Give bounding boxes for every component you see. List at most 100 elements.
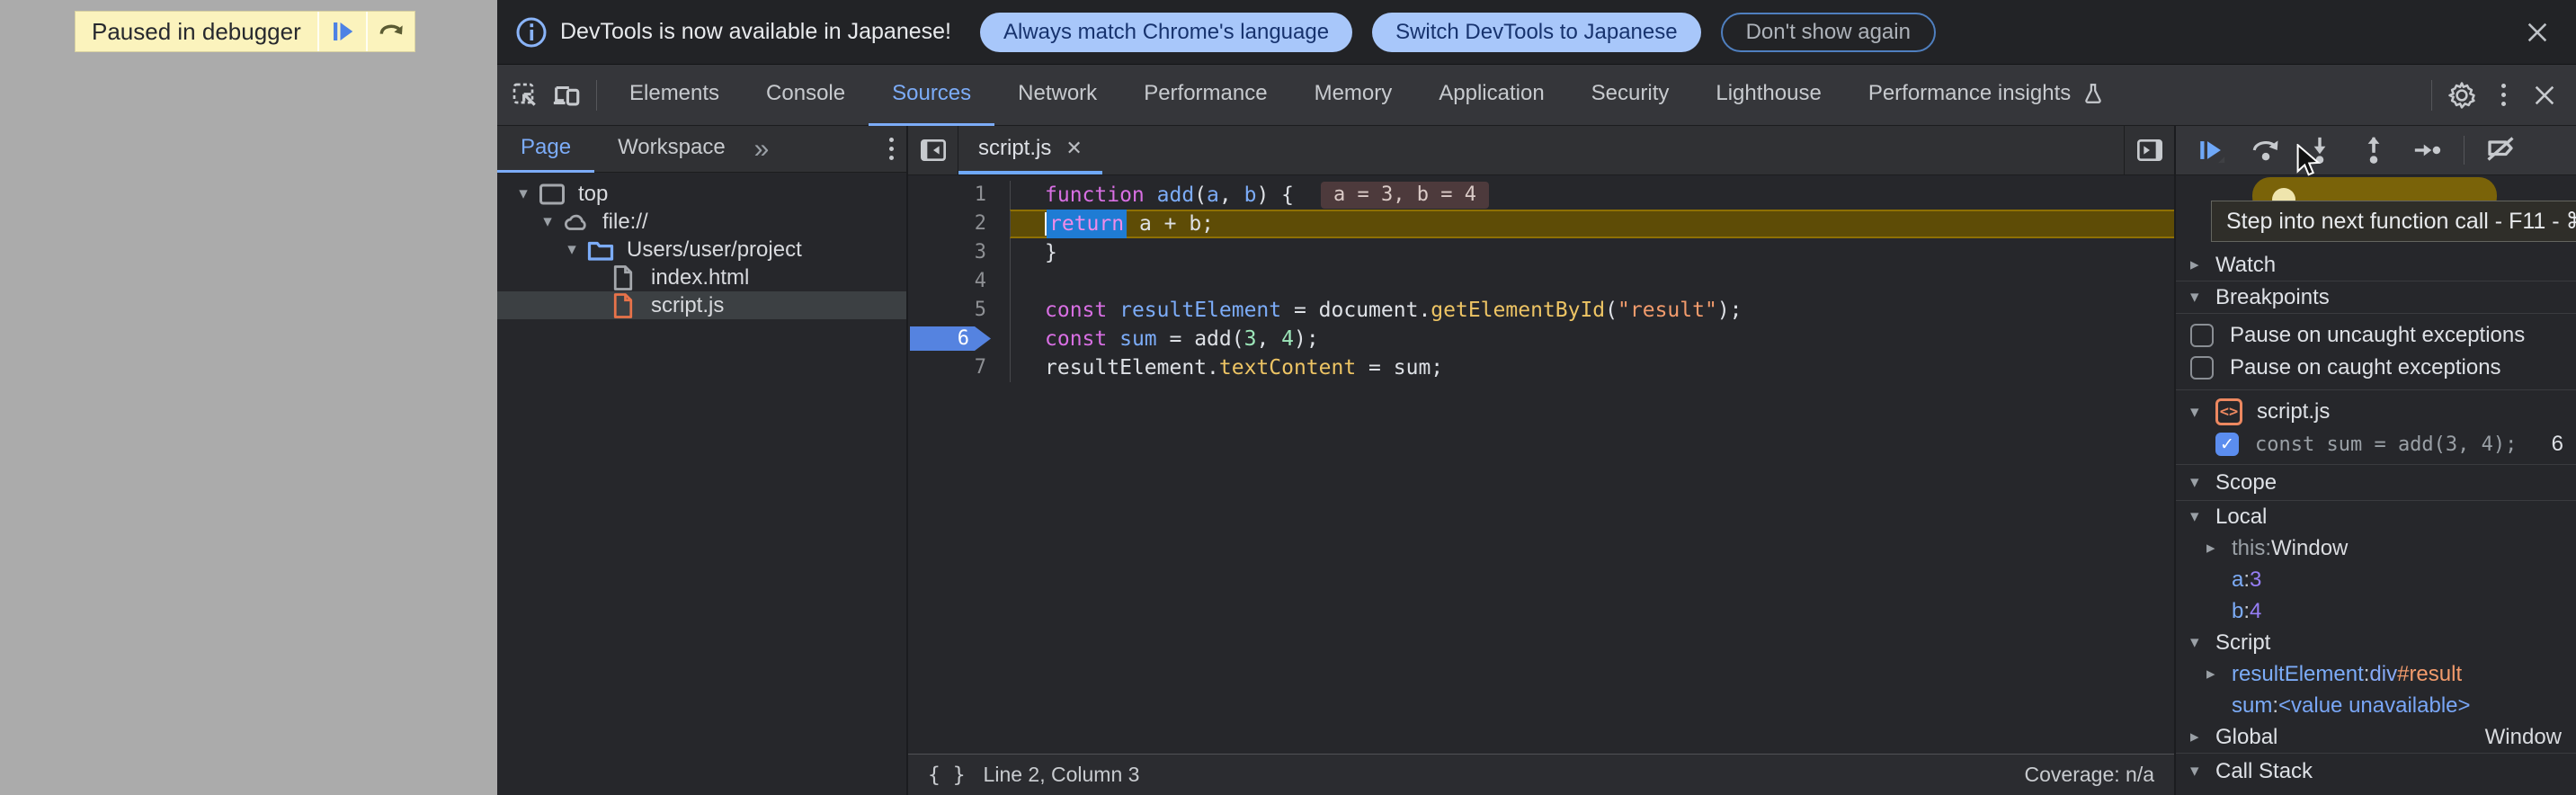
tab-page[interactable]: Page (497, 126, 594, 173)
breakpoint-entry-row[interactable]: ✓ const sum = add(3, 4); 6 (2176, 428, 2576, 460)
tab-performance[interactable]: Performance (1120, 65, 1290, 126)
chevron-down-icon[interactable]: ▾ (512, 183, 535, 204)
scope-property-b[interactable]: b: 4 (2176, 595, 2576, 627)
more-options-button[interactable] (2482, 75, 2524, 116)
step-over-button-page[interactable] (366, 12, 414, 51)
tree-item-users-user-project[interactable]: ▾Users/user/project (497, 236, 906, 264)
step-over-button[interactable] (2242, 130, 2289, 170)
section-scope[interactable]: ▾ Scope (2176, 465, 2576, 501)
scope-property-this[interactable]: ▸this: Window (2176, 532, 2576, 564)
pause-uncaught-checkbox[interactable] (2190, 324, 2214, 347)
chevron-down-icon[interactable]: ▾ (560, 239, 584, 260)
devtools-close-button[interactable] (2524, 75, 2565, 116)
scope-section-global[interactable]: ▸GlobalWindow (2176, 721, 2576, 753)
tree-item-script-js[interactable]: script.js (497, 291, 906, 319)
tab-application[interactable]: Application (1415, 65, 1567, 126)
code-line-5[interactable]: 5const resultElement = document.getEleme… (908, 296, 2174, 325)
line-number[interactable]: 1 (908, 181, 1010, 210)
step-button[interactable] (2404, 130, 2451, 170)
line-number[interactable]: 3 (908, 238, 1010, 267)
pause-caught-label: Pause on caught exceptions (2230, 355, 2501, 380)
always-match-language-button[interactable]: Always match Chrome's language (980, 13, 1352, 52)
hide-navigator-button[interactable] (908, 126, 958, 174)
resume-icon (2197, 135, 2227, 165)
scope-colon: : (2243, 599, 2250, 624)
line-number[interactable]: 2 (908, 210, 1010, 238)
step-out-button[interactable] (2350, 130, 2397, 170)
pause-uncaught-row[interactable]: Pause on uncaught exceptions (2176, 319, 2576, 352)
line-number[interactable]: 7 (908, 353, 1010, 382)
scope-property-sum[interactable]: sum: <value unavailable> (2176, 690, 2576, 721)
section-breakpoints[interactable]: ▾ Breakpoints (2176, 281, 2576, 314)
tab-elements[interactable]: Elements (606, 65, 743, 126)
tab-workspace[interactable]: Workspace (594, 126, 749, 173)
code-line-1[interactable]: 1function add(a, b) {a = 3, b = 4 (908, 181, 2174, 210)
pause-caught-checkbox[interactable] (2190, 356, 2214, 380)
scope-section-local[interactable]: ▾Local (2176, 501, 2576, 532)
pause-uncaught-label: Pause on uncaught exceptions (2230, 323, 2525, 348)
code-token: return (1047, 210, 1127, 238)
tab-security[interactable]: Security (1568, 65, 1693, 126)
resume-button[interactable] (2188, 130, 2235, 170)
code-line-content: resultElement.textContent = sum; (1010, 353, 2174, 382)
code-token: getElementById (1431, 296, 1605, 325)
scope-property-name: a (2232, 567, 2243, 593)
pause-caught-row[interactable]: Pause on caught exceptions (2176, 352, 2576, 384)
settings-button[interactable] (2441, 75, 2482, 116)
tree-item-top[interactable]: ▾top (497, 180, 906, 208)
tab-sources[interactable]: Sources (869, 65, 994, 126)
dont-show-again-button[interactable]: Don't show again (1721, 13, 1936, 52)
code-token: const (1045, 296, 1107, 325)
scope-section-script[interactable]: ▾Script (2176, 627, 2576, 658)
resume-script-button[interactable] (317, 12, 366, 51)
code-token (1107, 325, 1119, 353)
tree-item-label: script.js (651, 293, 724, 318)
tree-item-label: index.html (651, 265, 749, 290)
line-number[interactable]: 4 (908, 267, 1010, 296)
scope-property-a[interactable]: a: 3 (2176, 564, 2576, 595)
tab-memory[interactable]: Memory (1291, 65, 1416, 126)
tab-performance-insights[interactable]: Performance insights (1845, 65, 2128, 126)
section-watch[interactable]: ▸ Watch (2176, 249, 2576, 281)
code-token: a (1207, 181, 1219, 210)
tree-item-file-[interactable]: ▾file:// (497, 208, 906, 236)
chevron-down-icon: ▾ (2190, 761, 2215, 782)
tab-performance-insights-label: Performance insights (1868, 81, 2071, 106)
device-toolbar-button[interactable] (546, 75, 587, 116)
info-icon (515, 16, 548, 49)
tab-console[interactable]: Console (743, 65, 869, 126)
infobar-message: DevTools is now available in Japanese! (560, 19, 951, 45)
section-call-stack[interactable]: ▾ Call Stack (2176, 753, 2576, 789)
hide-debugger-button[interactable] (2124, 126, 2174, 174)
code-line-2[interactable]: 2return a + b; (908, 210, 2174, 238)
tree-item-index-html[interactable]: index.html (497, 264, 906, 291)
line-number[interactable]: 5 (908, 296, 1010, 325)
sidebar-overflow-chevron[interactable]: » (749, 134, 775, 165)
editor-tab-close-icon[interactable]: ✕ (1065, 137, 1082, 160)
tab-network[interactable]: Network (994, 65, 1120, 126)
breakpoint-marker[interactable]: 6 (908, 325, 1010, 353)
sidebar-more-button[interactable] (889, 138, 894, 160)
code-line-4[interactable]: 4 (908, 267, 2174, 296)
breakpoint-flag[interactable]: 6 (910, 326, 991, 351)
scope-property-value: 4 (2250, 599, 2261, 624)
code-line-7[interactable]: 7resultElement.textContent = sum; (908, 353, 2174, 382)
editor-tab-scriptjs[interactable]: script.js ✕ (958, 126, 1102, 174)
panel-right-toggle-icon (2135, 136, 2164, 165)
gear-icon (2447, 80, 2477, 111)
chevron-down-icon[interactable]: ▾ (536, 211, 559, 232)
code-editor[interactable]: 1function add(a, b) {a = 3, b = 42 return… (908, 175, 2174, 754)
switch-to-japanese-button[interactable]: Switch DevTools to Japanese (1372, 13, 1701, 52)
breakpoint-checkbox[interactable]: ✓ (2215, 433, 2239, 456)
editor-tabstrip: script.js ✕ (908, 126, 2174, 175)
tab-lighthouse[interactable]: Lighthouse (1692, 65, 1844, 126)
deactivate-breakpoints-button[interactable] (2477, 130, 2524, 170)
infobar-close-button[interactable] (2517, 12, 2558, 53)
paused-badge-label: Paused in debugger (76, 12, 317, 51)
code-line-3[interactable]: 3} (908, 238, 2174, 267)
code-line-6[interactable]: 6const sum = add(3, 4); (908, 325, 2174, 353)
scope-property-resultelement[interactable]: ▸resultElement: div#result (2176, 658, 2576, 690)
breakpoint-group-row[interactable]: ▾ <> script.js (2176, 396, 2576, 428)
inspect-element-button[interactable] (504, 75, 546, 116)
pretty-print-icon[interactable]: { } (928, 764, 966, 787)
